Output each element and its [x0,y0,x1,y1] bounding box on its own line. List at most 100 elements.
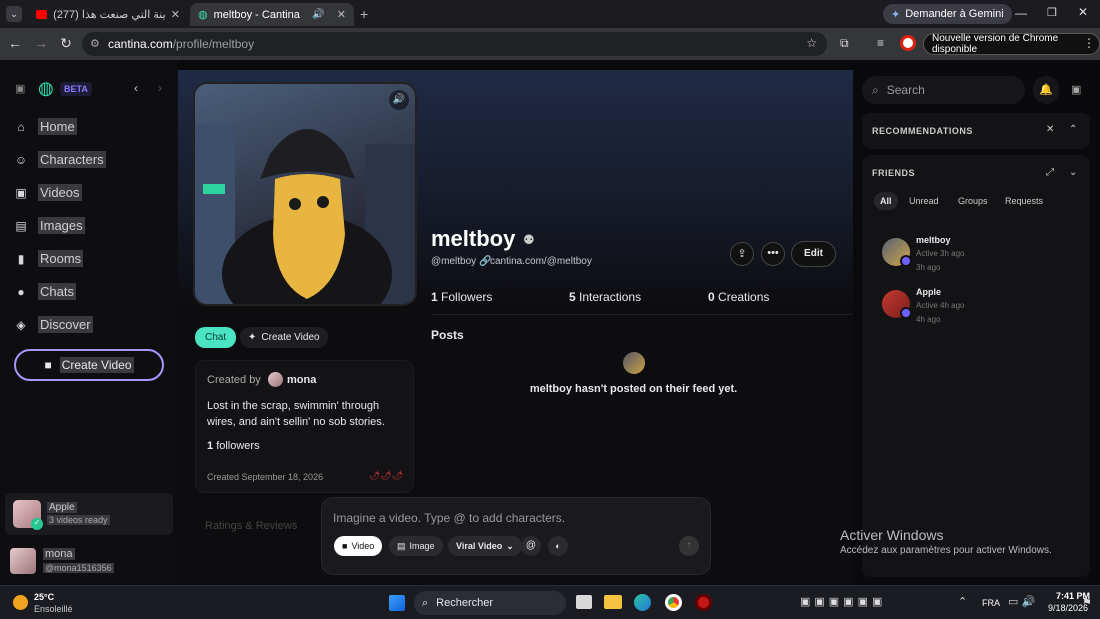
close-icon[interactable]: ✕ [1046,124,1054,135]
tab-youtube[interactable]: (277) فبينا المدينة التي صنعت هذا ✕ [28,3,188,26]
sidebar-item-rooms[interactable]: ▮ Rooms [14,250,84,267]
reload-icon[interactable]: ↻ [57,35,75,52]
creator-avatar[interactable] [268,372,283,387]
model-select[interactable]: Viral Video ⌄ [448,536,522,556]
cantina-logo-icon[interactable]: ◍ [38,78,54,99]
friend-item[interactable]: meltboy Active 3h ago 3h ago [874,235,1082,279]
profile-avatar-icon[interactable] [900,35,916,51]
search-placeholder: Search [886,83,925,97]
more-icon[interactable]: ••• [761,242,785,266]
panel-toggle-icon[interactable]: ▣ [1071,83,1081,96]
friends-panel: FRIENDS ⤢ ⌄ All Unread Groups Requests m… [862,155,1090,577]
friend-item[interactable]: Apple Active 4h ago 4h ago [874,287,1082,331]
sidebar-item-home[interactable]: ⌂ Home [14,118,77,135]
sidebar-item-chats[interactable]: ● Chats [14,283,76,300]
share-icon[interactable]: ⇪ [730,242,754,266]
chevron-left-icon[interactable]: ‹ [134,81,138,95]
close-icon[interactable]: ✕ [337,8,346,21]
tray-overflow-icon[interactable]: ⌃ [958,595,967,608]
sidebar-item-images[interactable]: ▤ Images [14,217,85,234]
friend-name: meltboy [916,235,951,245]
sidebar-item-characters[interactable]: ☺ Characters [14,151,106,168]
sidebar-item-label: Rooms [38,250,84,267]
cantina-app: ▣ ◍ BETA ‹ › ⌂ Home ☺ Characters ▣ Videos ▤… [0,60,1100,585]
media-icon[interactable]: ≡ [877,36,884,50]
chevron-right-icon[interactable]: › [158,81,162,95]
user-avatar[interactable] [10,548,36,574]
palette-icon[interactable]: ◐ [548,536,568,556]
followers-stat[interactable]: 1 Followers [431,290,492,304]
mention-icon[interactable]: @ [521,536,541,556]
bot-icon: ⚉ [523,232,535,247]
menu-kebab-icon[interactable]: ⋮ [1083,36,1095,50]
weather-sun-icon[interactable] [13,595,28,610]
extensions-icon[interactable]: ⧉ [840,36,849,51]
new-tab-icon[interactable]: + [360,6,368,22]
sidebar-item-videos[interactable]: ▣ Videos [14,184,82,201]
window-close-icon[interactable]: ✕ [1078,5,1088,19]
taskbar-search[interactable]: ⌕ Rechercher [414,591,566,615]
composer-input[interactable]: Imagine a video. Type @ to add character… [333,511,565,525]
cantina-icon: ◍ [198,9,208,21]
expand-icon[interactable]: ⤢ [1046,167,1054,178]
task-view-icon[interactable] [576,595,592,609]
filter-requests[interactable]: Requests [1005,196,1043,206]
edit-button[interactable]: Edit [791,241,836,267]
chat-button[interactable]: Chat [195,327,237,348]
language-indicator[interactable]: FRA [982,598,1000,608]
posts-title: Posts [431,328,464,342]
filter-unread[interactable]: Unread [909,196,939,206]
minimize-icon[interactable]: — [1015,6,1027,20]
chevron-up-icon[interactable]: ⌃ [1069,124,1077,135]
notification-center-icon[interactable]: ⚑ [1082,596,1092,609]
send-icon[interactable]: ↑ [679,536,699,556]
notification-card[interactable]: ✓ Apple 3 videos ready [5,493,173,535]
tab-title: (277) فبينا المدينة التي صنعت هذا [53,9,165,21]
chrome-icon[interactable] [665,594,682,611]
chrome-update-label: Nouvelle version de Chrome disponible [932,33,1059,55]
stat-label: Interactions [579,290,642,304]
tab-cantina[interactable]: ◍ meltboy - Cantina 🔊 ✕ [190,3,354,26]
url-host: cantina.com [108,37,173,51]
search-icon: ⌕ [422,596,429,609]
check-icon: ✓ [31,518,43,530]
site-info-icon[interactable]: ⚙ [90,37,100,50]
creations-stat[interactable]: 0 Creations [708,290,769,304]
search-input[interactable]: ⌕ Search [862,76,1025,104]
bookmark-star-icon[interactable]: ☆ [806,36,817,50]
pepper-rating-icon: 🌶🌶🌶 [368,470,403,480]
creator-name[interactable]: mona [287,374,316,386]
tab-search-icon[interactable]: ⌄ [6,6,22,22]
record-app-icon[interactable] [695,594,712,611]
filter-groups[interactable]: Groups [958,196,988,206]
tray-app-icons[interactable]: ▣▣▣▣▣▣ [800,595,886,608]
back-icon[interactable]: ← [6,35,24,51]
file-explorer-icon[interactable] [604,595,622,609]
chrome-update-button[interactable]: Nouvelle version de Chrome disponible [923,33,1100,55]
activate-windows-subtitle: Accédez aux paramètres pour activer Wind… [840,545,1052,556]
sound-toggle-icon[interactable]: 🔊 [389,90,409,110]
profile-bio: Lost in the scrap, swimmin' through wire… [207,400,385,428]
forward-icon[interactable]: → [32,35,50,51]
sidebar-item-label: Characters [38,151,106,168]
image-mode-button[interactable]: ▤ Image [389,536,443,556]
user-name: mona [43,548,75,560]
create-video-pill[interactable]: ✦ Create Video [240,327,328,348]
filter-all[interactable]: All [874,192,898,210]
restore-icon[interactable]: ❐ [1047,6,1057,19]
gemini-button[interactable]: ✦ Demander à Gemini [883,4,1012,24]
windows-start-icon[interactable] [389,595,405,611]
url-field[interactable]: ⚙ cantina.com/profile/meltboy ☆ [82,32,827,56]
interactions-stat[interactable]: 5 Interactions [569,290,641,304]
speaker-icon[interactable]: 🔊 [312,9,324,20]
video-mode-button[interactable]: ■ Video [334,536,383,556]
create-video-button[interactable]: ■ Create Video [14,349,164,381]
profile-link[interactable]: cantina.com/@meltboy [490,256,592,267]
close-icon[interactable]: ✕ [171,8,180,21]
chevron-down-icon[interactable]: ⌄ [1069,167,1077,178]
network-volume-icon[interactable]: ▭ 🔊 [1008,595,1035,608]
collapse-panel-icon[interactable]: ▣ [15,82,25,95]
edge-icon[interactable] [634,594,651,611]
sidebar-item-discover[interactable]: ◈ Discover [14,316,93,333]
notification-bell-icon[interactable]: 🔔 [1033,76,1059,104]
